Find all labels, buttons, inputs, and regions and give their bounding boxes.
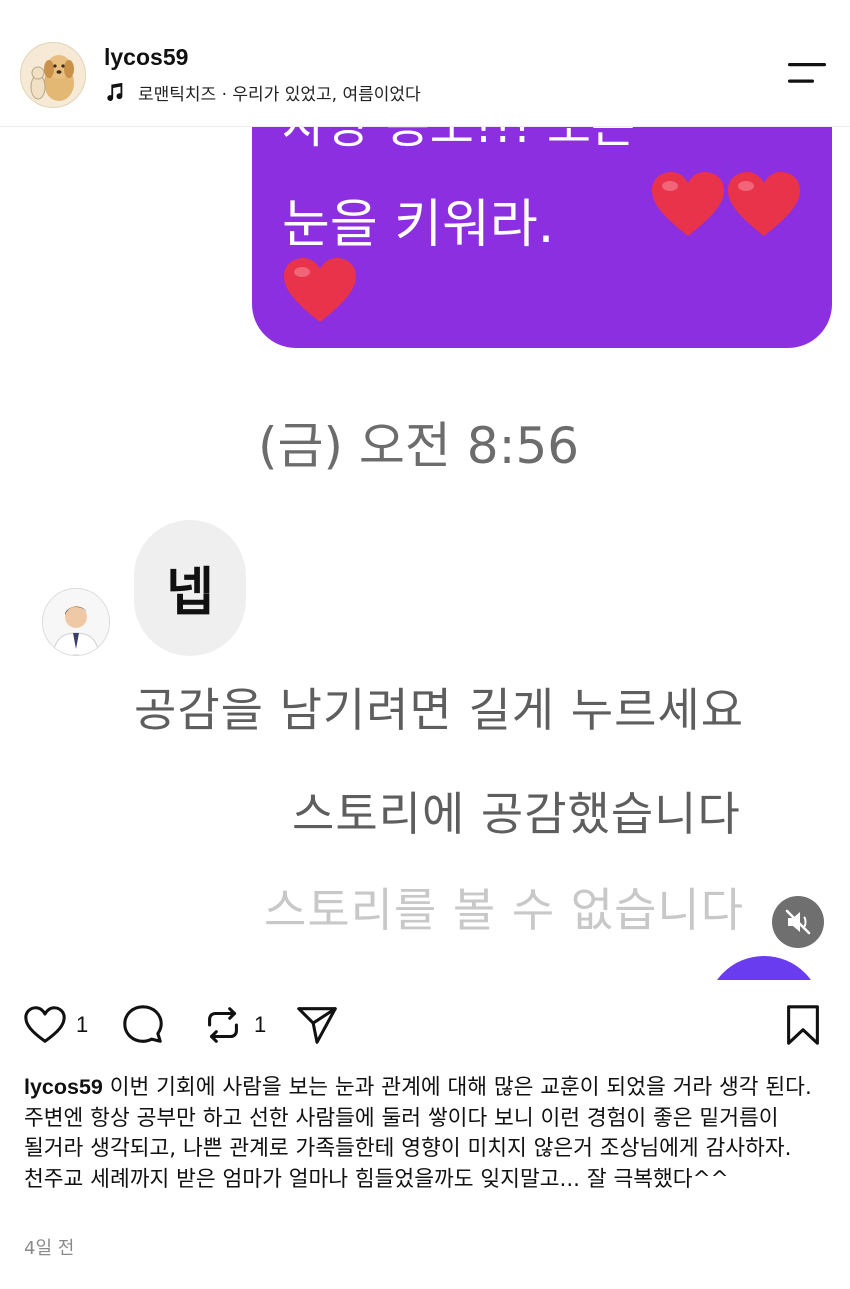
post-caption: lycos59 이번 기회에 사람을 보는 눈과 관계에 대해 많은 교훈이 되…	[24, 1072, 824, 1195]
header-username[interactable]: lycos59	[104, 44, 188, 71]
hint-liked: 스토리에 공감했습니다	[292, 787, 741, 841]
comment-icon	[123, 1005, 163, 1043]
mute-icon	[785, 909, 811, 935]
post-time-ago: 4일 전	[24, 1238, 75, 1259]
story-media[interactable]: 사랑 용도!!! 또는 눈을 키워라. (금) 오전 8:56 넵 공감을 남기…	[0, 126, 850, 980]
comment-button[interactable]	[120, 1002, 166, 1048]
sent-message-line2: 눈을 키워라.	[282, 195, 555, 255]
mute-button[interactable]	[772, 896, 824, 948]
repost-icon	[208, 1007, 238, 1043]
bookmark-button[interactable]	[780, 1002, 826, 1048]
caption-text: 이번 기회에 사람을 보는 눈과 관계에 대해 많은 교훈이 되었을 거라 생각…	[24, 1075, 812, 1192]
music-note-icon	[107, 82, 123, 101]
person-avatar-illustration	[43, 589, 109, 655]
heart-icon	[24, 1006, 66, 1043]
sent-message-bubble: 사랑 용도!!! 또는 눈을 키워라.	[252, 126, 832, 348]
received-message-bubble: 넵	[134, 520, 246, 656]
hint-unavailable: 스토리를 볼 수 없습니다	[264, 883, 745, 937]
reply-avatar	[42, 588, 110, 656]
bookmark-icon	[787, 1005, 819, 1045]
action-bar: 1 1	[0, 990, 850, 1060]
dog-avatar-illustration	[21, 43, 85, 107]
message-timestamp: (금) 오전 8:56	[258, 417, 580, 475]
received-message-text: 넵	[166, 563, 214, 623]
hint-long-press: 공감을 남기려면 길게 누르세요	[134, 683, 745, 737]
menu-icon[interactable]	[784, 60, 830, 86]
share-button[interactable]	[294, 1002, 340, 1048]
sent-message-line1: 사랑 용도!!! 또는	[282, 126, 636, 154]
post-header: lycos59 로맨틱치즈 · 우리가 있었고, 여름이었다	[0, 0, 850, 127]
heart-emoji-icon	[284, 258, 356, 322]
profile-avatar[interactable]	[20, 42, 86, 108]
like-button[interactable]: 1	[22, 1002, 88, 1048]
repost-button[interactable]: 1	[200, 1002, 266, 1048]
like-count: 1	[76, 1012, 89, 1037]
heart-emoji-icon	[652, 172, 724, 236]
share-icon	[297, 1007, 337, 1044]
music-info[interactable]: 로맨틱치즈 · 우리가 있었고, 여름이었다	[104, 80, 421, 105]
caption-username[interactable]: lycos59	[24, 1075, 103, 1099]
partial-button-circle	[706, 956, 822, 980]
heart-emoji-icon	[728, 172, 800, 236]
repost-count: 1	[254, 1012, 267, 1037]
music-title: 로맨틱치즈 · 우리가 있었고, 여름이었다	[138, 84, 421, 105]
